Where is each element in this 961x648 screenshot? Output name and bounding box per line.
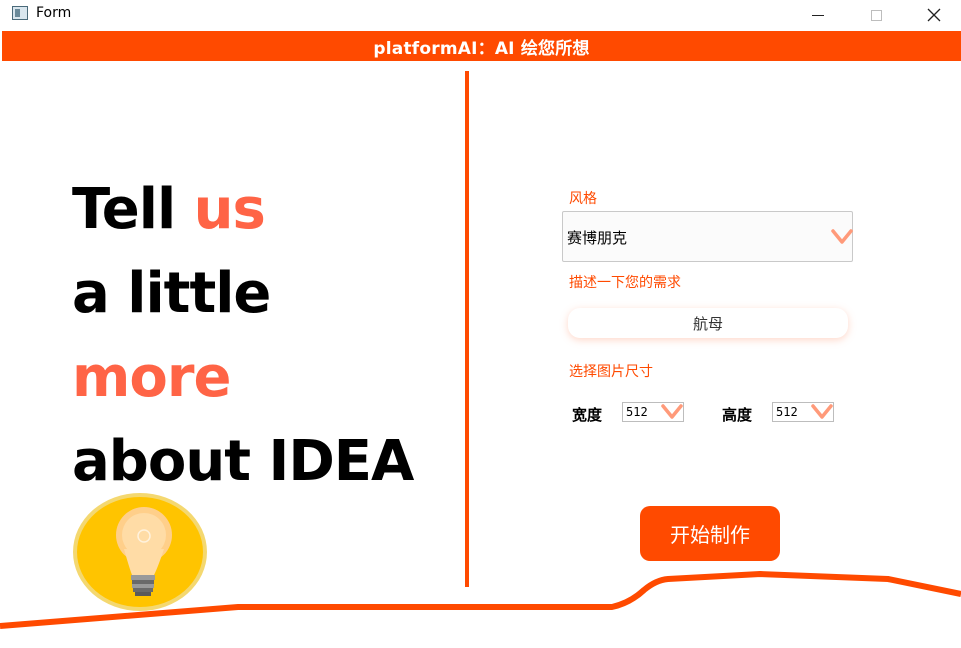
close-button[interactable] (911, 0, 957, 30)
hero-word-us: us (193, 177, 266, 242)
style-dropdown-value: 赛博朋克 (567, 229, 628, 247)
hero-line-1: Tell us (72, 168, 413, 252)
hero-line-4: about IDEA (72, 429, 414, 494)
hero-text: Tell us a little more about IDEA (72, 168, 414, 504)
style-dropdown[interactable]: 赛博朋克 (562, 211, 853, 262)
width-label: 宽度 (572, 406, 603, 424)
maximize-button[interactable] (853, 0, 899, 30)
size-label: 选择图片尺寸 (569, 364, 653, 380)
hero-word-tell: Tell (72, 177, 194, 242)
close-icon (927, 8, 941, 22)
minimize-icon (812, 14, 824, 16)
chevron-down-icon (661, 404, 683, 419)
title-bar: Form (0, 0, 961, 30)
header-title: platformAI：AI 绘您所想 (373, 38, 590, 59)
height-dropdown[interactable]: 512 (772, 402, 834, 422)
style-label: 风格 (569, 191, 597, 207)
vertical-divider (465, 71, 469, 587)
description-label: 描述一下您的需求 (569, 275, 681, 291)
height-dropdown-value: 512 (776, 405, 798, 419)
height-label: 高度 (722, 406, 753, 424)
app-header: platformAI：AI 绘您所想 (2, 31, 961, 61)
chevron-down-icon (811, 404, 833, 419)
window-title: Form (36, 5, 72, 21)
hero-line-3: more (72, 345, 231, 410)
width-dropdown[interactable]: 512 (622, 402, 684, 422)
width-dropdown-value: 512 (626, 405, 648, 419)
start-button[interactable]: 开始制作 (640, 506, 780, 561)
chevron-down-icon (831, 229, 853, 244)
description-input[interactable]: 航母 (568, 308, 848, 338)
maximize-icon (870, 9, 882, 21)
hero-line-2: a little (72, 261, 271, 326)
app-window-icon (12, 6, 28, 20)
minimize-button[interactable] (795, 0, 841, 30)
lightbulb-icon (73, 493, 207, 611)
